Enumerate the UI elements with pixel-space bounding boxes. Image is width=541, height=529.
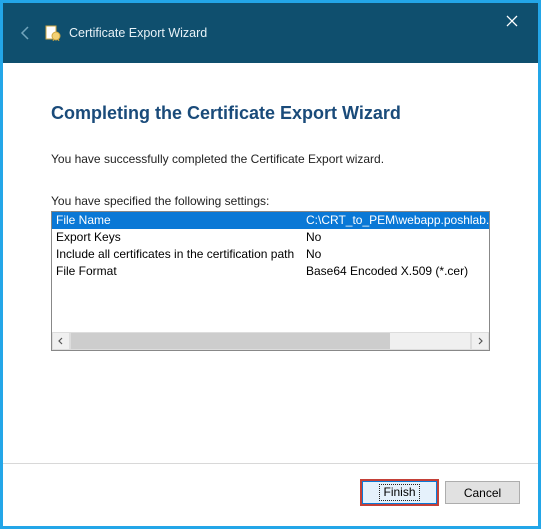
settings-list: File Name C:\CRT_to_PEM\webapp.poshlab.x… — [51, 211, 490, 351]
col-header-name: File Name — [52, 212, 302, 229]
page-heading: Completing the Certificate Export Wizard — [51, 103, 490, 124]
titlebar-title: Certificate Export Wizard — [69, 26, 207, 40]
row-label: Include all certificates in the certific… — [52, 246, 302, 263]
table-row[interactable]: Export Keys No — [52, 229, 489, 246]
close-button[interactable] — [492, 9, 532, 33]
settings-scroll-area: File Name C:\CRT_to_PEM\webapp.poshlab.x… — [52, 212, 489, 332]
footer: Finish Cancel — [3, 463, 538, 521]
status-text: You have successfully completed the Cert… — [51, 152, 490, 166]
settings-table: File Name C:\CRT_to_PEM\webapp.poshlab.x… — [52, 212, 489, 280]
finish-button[interactable]: Finish — [362, 481, 437, 504]
table-row[interactable]: Include all certificates in the certific… — [52, 246, 489, 263]
table-row[interactable]: File Format Base64 Encoded X.509 (*.cer) — [52, 263, 489, 280]
row-value: No — [302, 229, 489, 246]
settings-header-row[interactable]: File Name C:\CRT_to_PEM\webapp.poshlab.x… — [52, 212, 489, 229]
scroll-right-button[interactable] — [471, 332, 489, 350]
col-header-value: C:\CRT_to_PEM\webapp.poshlab.xyz. — [302, 212, 489, 229]
titlebar: Certificate Export Wizard — [3, 3, 538, 63]
scroll-thumb[interactable] — [71, 333, 390, 349]
row-label: Export Keys — [52, 229, 302, 246]
row-label: File Format — [52, 263, 302, 280]
scroll-left-button[interactable] — [52, 332, 70, 350]
back-button[interactable] — [17, 24, 35, 42]
wizard-content: Completing the Certificate Export Wizard… — [3, 63, 538, 463]
settings-label: You have specified the following setting… — [51, 194, 490, 208]
row-value: Base64 Encoded X.509 (*.cer) — [302, 263, 489, 280]
certificate-icon — [45, 25, 61, 41]
scroll-track[interactable] — [70, 332, 471, 350]
row-value: No — [302, 246, 489, 263]
cancel-button[interactable]: Cancel — [445, 481, 520, 504]
horizontal-scrollbar[interactable] — [52, 332, 489, 350]
